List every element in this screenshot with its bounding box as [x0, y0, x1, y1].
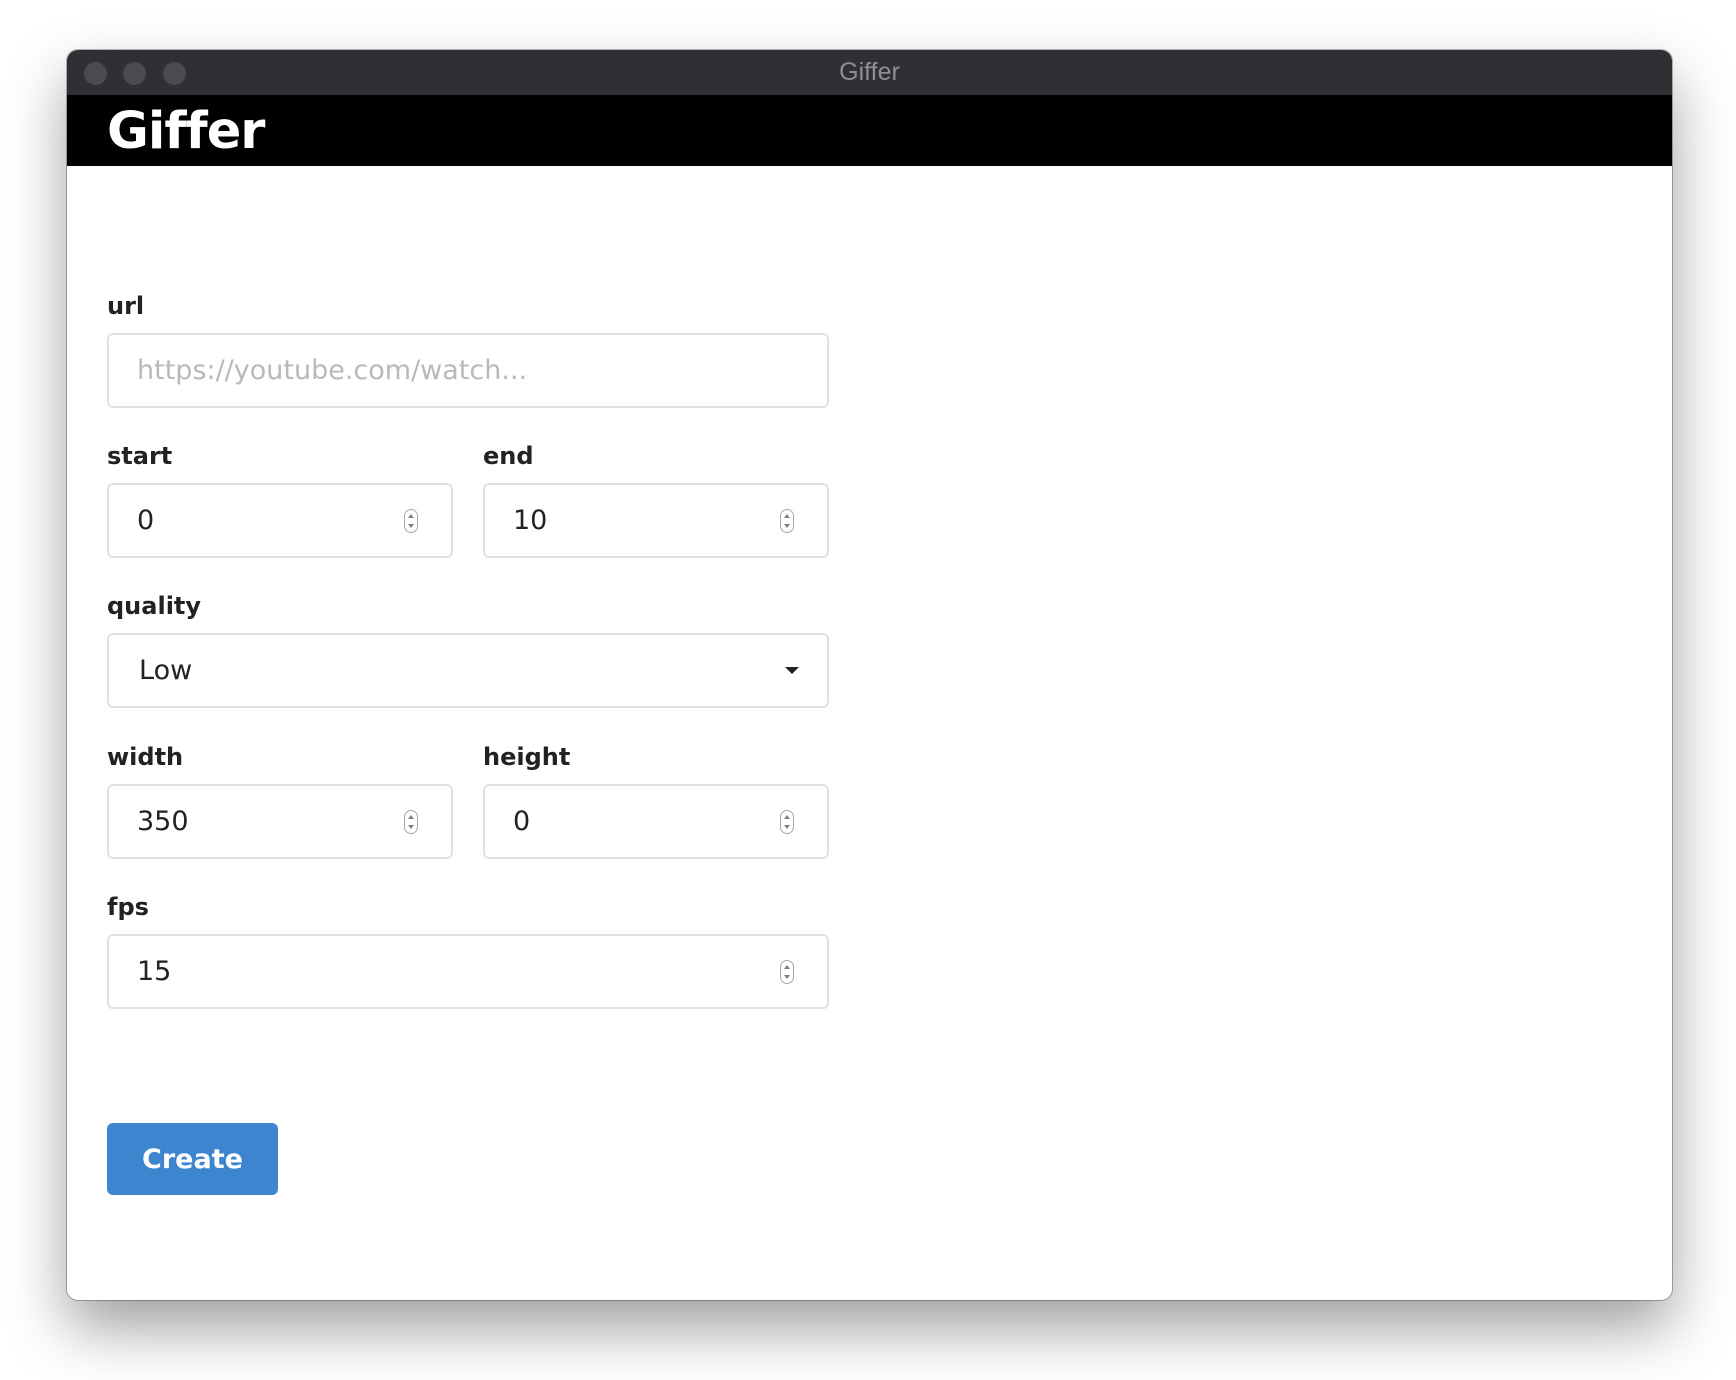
height-spinner-icon[interactable]	[780, 810, 794, 834]
width-field-box	[107, 784, 453, 859]
height-field-box	[483, 784, 829, 859]
height-label: height	[483, 743, 571, 771]
start-label: start	[107, 442, 173, 470]
window-titlebar[interactable]: Giffer	[67, 50, 1672, 95]
end-label: end	[483, 442, 534, 470]
app-window: Giffer Giffer url start end quality Low …	[67, 50, 1672, 1300]
app-header	[67, 95, 1672, 166]
start-input[interactable]	[137, 485, 389, 556]
end-spinner-icon[interactable]	[780, 509, 794, 533]
end-input[interactable]	[513, 485, 765, 556]
fps-input[interactable]	[137, 936, 765, 1007]
width-label: width	[107, 743, 184, 771]
caret-down-icon	[785, 667, 799, 674]
window-title: Giffer	[839, 58, 900, 86]
quality-selected-value: Low	[139, 655, 193, 686]
height-input[interactable]	[513, 786, 765, 857]
start-spinner-icon[interactable]	[404, 509, 418, 533]
app-title: Giffer	[107, 102, 265, 161]
url-input[interactable]	[137, 335, 765, 406]
create-button[interactable]: Create	[107, 1123, 278, 1195]
fps-field-box	[107, 934, 829, 1009]
quality-label: quality	[107, 592, 202, 620]
fps-label: fps	[107, 893, 149, 921]
end-field-box	[483, 483, 829, 558]
width-input[interactable]	[137, 786, 389, 857]
start-field-box	[107, 483, 453, 558]
quality-select[interactable]: Low	[107, 633, 829, 708]
url-field-box	[107, 333, 829, 408]
url-label: url	[107, 292, 145, 320]
fps-spinner-icon[interactable]	[780, 960, 794, 984]
width-spinner-icon[interactable]	[404, 810, 418, 834]
